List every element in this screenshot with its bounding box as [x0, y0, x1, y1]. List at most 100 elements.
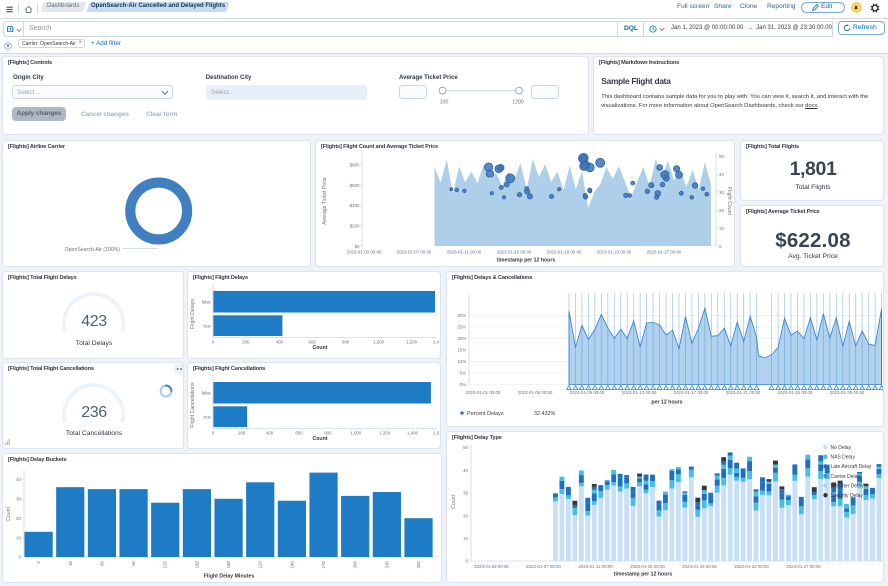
svg-text:Count: Count	[6, 507, 12, 521]
svg-text:15%: 15%	[457, 348, 466, 353]
svg-text:1,200: 1,200	[406, 340, 418, 345]
svg-text:10%: 10%	[457, 359, 466, 364]
svg-text:$400: $400	[350, 203, 360, 208]
svg-text:20%: 20%	[457, 336, 466, 341]
svg-text:2023-01-15 00:00: 2023-01-15 00:00	[630, 564, 665, 569]
svg-text:$0: $0	[355, 244, 360, 249]
svg-text:1,000: 1,000	[373, 340, 385, 345]
svg-text:5%: 5%	[460, 371, 466, 376]
svg-text:Count: Count	[313, 436, 328, 442]
svg-text:40: 40	[463, 468, 468, 473]
svg-text:1200: 1200	[512, 100, 524, 106]
svg-text:Count: Count	[451, 495, 457, 509]
svg-text:20: 20	[463, 513, 468, 518]
svg-text:2023-01-21 00:00: 2023-01-21 00:00	[726, 390, 761, 395]
svg-text:90: 90	[131, 560, 136, 565]
svg-text:2023-01-01 00:00: 2023-01-01 00:00	[466, 390, 501, 395]
svg-text:210: 210	[258, 560, 263, 568]
svg-text:2023-01-17 00:00: 2023-01-17 00:00	[674, 390, 709, 395]
svg-text:true: true	[203, 415, 211, 420]
svg-text:20: 20	[16, 516, 21, 521]
svg-text:240: 240	[289, 560, 294, 568]
svg-text:2023-01-07 00:00: 2023-01-07 00:00	[397, 250, 432, 255]
svg-text:$600: $600	[350, 183, 360, 188]
svg-text:2023-01-19 00:00: 2023-01-19 00:00	[682, 564, 717, 569]
svg-text:50: 50	[463, 445, 468, 450]
svg-text:10: 10	[16, 535, 21, 540]
svg-text:false: false	[202, 391, 212, 396]
svg-text:40: 40	[719, 172, 724, 177]
svg-text:No Delay: No Delay	[831, 445, 852, 451]
svg-text:360: 360	[416, 560, 421, 568]
svg-text:2023-01-03 00:00: 2023-01-03 00:00	[347, 250, 382, 255]
svg-text:600: 600	[295, 431, 303, 436]
svg-text:NAS Delay: NAS Delay	[831, 455, 856, 461]
svg-text:Flight Delays: Flight Delays	[190, 299, 196, 329]
svg-text:20: 20	[719, 208, 724, 213]
svg-text:OpenSearch-Air (100%): OpenSearch-Air (100%)	[65, 247, 121, 253]
svg-text:2023-01-23 00:00: 2023-01-23 00:00	[597, 250, 632, 255]
svg-text:25%: 25%	[457, 325, 466, 330]
svg-text:2023-01-05 00:00: 2023-01-05 00:00	[518, 390, 553, 395]
svg-text:2023-01-27 00:00: 2023-01-27 00:00	[647, 250, 682, 255]
svg-text:30: 30	[68, 560, 73, 565]
svg-text:Flight Count: Flight Count	[726, 187, 732, 216]
svg-text:30: 30	[719, 190, 724, 195]
svg-text:timestamp per 12 hours: timestamp per 12 hours	[497, 258, 556, 264]
svg-text:30: 30	[16, 497, 21, 502]
svg-text:$800: $800	[350, 163, 360, 168]
svg-text:30%: 30%	[457, 313, 466, 318]
svg-text:2023-01-09 00:00: 2023-01-09 00:00	[570, 390, 605, 395]
svg-text:150: 150	[194, 560, 199, 568]
svg-text:10: 10	[463, 536, 468, 541]
svg-text:2023-01-23 00:00: 2023-01-23 00:00	[734, 564, 769, 569]
svg-text:Percent Delays: Percent Delays	[467, 411, 504, 417]
svg-text:0: 0	[19, 555, 22, 560]
svg-text:270: 270	[321, 560, 326, 568]
svg-text:0: 0	[212, 340, 215, 345]
svg-text:Carrier Delay: Carrier Delay	[831, 474, 861, 480]
svg-text:10: 10	[719, 226, 724, 231]
svg-text:2023-01-03 00:00: 2023-01-03 00:00	[474, 564, 509, 569]
svg-text:0: 0	[212, 431, 215, 436]
svg-text:1,4: 1,4	[433, 340, 440, 345]
svg-text:2023-01-13 00:00: 2023-01-13 00:00	[622, 390, 657, 395]
svg-text:2023-01-27 00:00: 2023-01-27 00:00	[786, 564, 821, 569]
svg-text:1,000: 1,000	[350, 431, 362, 436]
svg-text:400: 400	[276, 340, 284, 345]
svg-text:120: 120	[163, 560, 168, 568]
svg-text:300: 300	[353, 560, 358, 568]
svg-text:Flight Cancellations: Flight Cancellations	[190, 382, 196, 428]
svg-text:2023-01-29 00:00: 2023-01-29 00:00	[830, 390, 865, 395]
svg-text:0: 0	[36, 560, 41, 563]
svg-text:Security Delay: Security Delay	[831, 493, 864, 499]
svg-text:50: 50	[719, 154, 724, 159]
svg-text:2023-01-15 00:00: 2023-01-15 00:00	[497, 250, 532, 255]
svg-text:Weather Delay: Weather Delay	[831, 483, 864, 489]
svg-text:0: 0	[466, 559, 469, 564]
svg-text:Flight Delay Minutes: Flight Delay Minutes	[204, 574, 255, 580]
svg-text:400: 400	[266, 431, 274, 436]
svg-text:Count: Count	[313, 345, 328, 351]
svg-text:60: 60	[99, 560, 104, 565]
svg-text:2023-01-11 00:00: 2023-01-11 00:00	[447, 250, 482, 255]
svg-text:32.432%: 32.432%	[534, 411, 555, 417]
svg-text:1,6: 1,6	[433, 431, 440, 436]
svg-text:0: 0	[719, 244, 722, 249]
svg-text:2023-01-11 00:00: 2023-01-11 00:00	[578, 564, 613, 569]
svg-text:40: 40	[16, 477, 21, 482]
svg-text:$200: $200	[350, 224, 360, 229]
svg-text:0%: 0%	[460, 382, 466, 387]
svg-text:true: true	[203, 324, 211, 329]
svg-text:Average Ticket Price: Average Ticket Price	[322, 177, 328, 225]
svg-text:timestamp per 12 hours: timestamp per 12 hours	[614, 572, 673, 578]
svg-text:2023-01-07 00:00: 2023-01-07 00:00	[526, 564, 561, 569]
svg-text:180: 180	[226, 560, 231, 568]
svg-text:800: 800	[342, 340, 350, 345]
svg-text:330: 330	[384, 560, 389, 568]
svg-text:1,200: 1,200	[379, 431, 391, 436]
svg-text:2023-01-19 00:00: 2023-01-19 00:00	[547, 250, 582, 255]
svg-text:200: 200	[238, 431, 246, 436]
svg-text:200: 200	[242, 340, 250, 345]
svg-text:100: 100	[440, 100, 449, 106]
